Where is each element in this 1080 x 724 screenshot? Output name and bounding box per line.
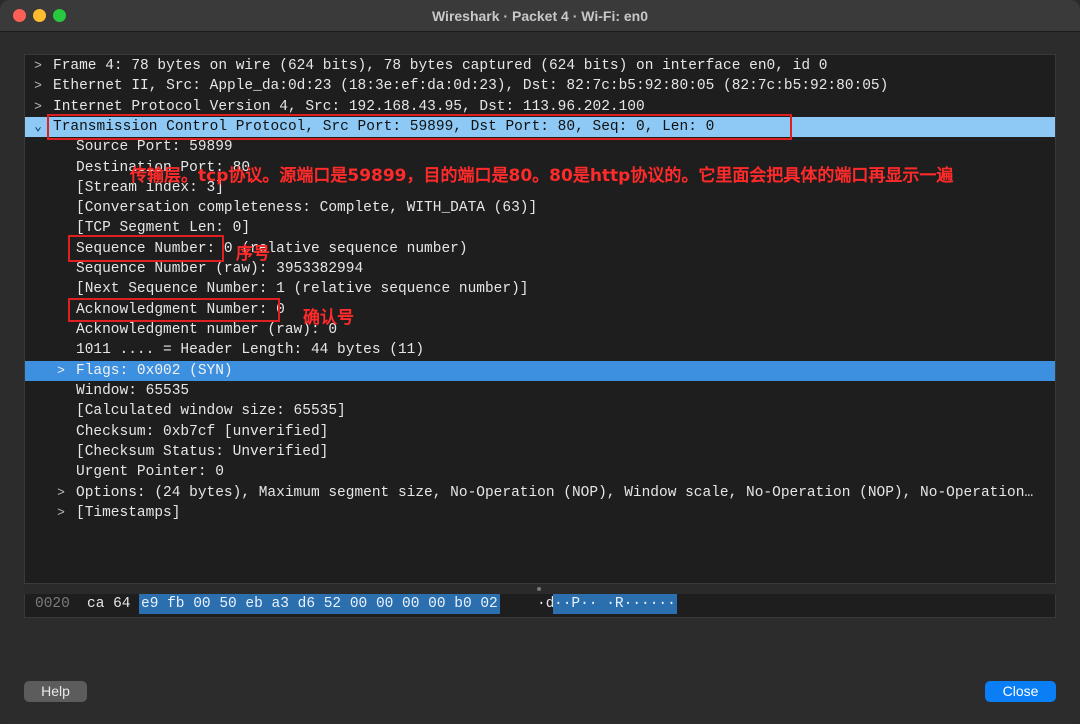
- window-title: Wireshark · Packet 4 · Wi-Fi: en0: [431, 8, 649, 24]
- splitter-handle-icon[interactable]: [537, 587, 541, 591]
- expand-arrow-icon[interactable]: >: [31, 56, 45, 76]
- tree-row-calc-window[interactable]: [Calculated window size: 65535]: [25, 401, 1055, 421]
- tree-row-window[interactable]: Window: 65535: [25, 381, 1055, 401]
- tree-row-urgent-pointer[interactable]: Urgent Pointer: 0: [25, 462, 1055, 482]
- tree-row-ack-raw[interactable]: Acknowledgment number (raw): 0: [25, 320, 1055, 340]
- ack-annotation: 确认号: [303, 308, 354, 328]
- close-button[interactable]: Close: [985, 681, 1056, 702]
- tree-row-label: Checksum: 0xb7cf [unverified]: [76, 424, 329, 440]
- expand-arrow-icon[interactable]: >: [54, 361, 68, 381]
- tree-row-ipv4[interactable]: > Internet Protocol Version 4, Src: 192.…: [25, 97, 1055, 117]
- tree-row-label: [Timestamps]: [76, 505, 181, 521]
- tree-row-label: [Next Sequence Number: 1 (relative seque…: [76, 281, 529, 297]
- tree-row-options[interactable]: > Options: (24 bytes), Maximum segment s…: [25, 483, 1055, 503]
- wireshark-window: Wireshark · Packet 4 · Wi-Fi: en0 > Fram…: [0, 0, 1080, 724]
- ascii-bytes-selected[interactable]: ··P·· ·R······: [553, 594, 677, 614]
- tree-row-sequence-raw[interactable]: Sequence Number (raw): 3953382994: [25, 259, 1055, 279]
- tree-row-label: Sequence Number: 0 (relative sequence nu…: [76, 241, 468, 257]
- expand-arrow-icon[interactable]: >: [31, 76, 45, 96]
- tree-row-timestamps[interactable]: > [Timestamps]: [25, 503, 1055, 523]
- tree-row-label: Acknowledgment Number: 0: [76, 302, 285, 318]
- tree-row-segment-len[interactable]: [TCP Segment Len: 0]: [25, 218, 1055, 238]
- tcp-annotation: 传输层。tcp协议。源端口是59899，目的端口是80。80是http协议的。它…: [130, 166, 954, 186]
- tree-row-checksum-status[interactable]: [Checksum Status: Unverified]: [25, 442, 1055, 462]
- tree-row-label: Sequence Number (raw): 3953382994: [76, 261, 364, 277]
- ascii-bytes[interactable]: ·d: [537, 594, 554, 614]
- tree-row-frame[interactable]: > Frame 4: 78 bytes on wire (624 bits), …: [25, 56, 1055, 76]
- tree-row-conversation[interactable]: [Conversation completeness: Complete, WI…: [25, 198, 1055, 218]
- tree-row-sequence-number[interactable]: Sequence Number: 0 (relative sequence nu…: [25, 239, 1055, 259]
- tree-row-label: [TCP Segment Len: 0]: [76, 220, 251, 236]
- tree-row-label: Frame 4: 78 bytes on wire (624 bits), 78…: [53, 58, 828, 74]
- tree-row-label: Internet Protocol Version 4, Src: 192.16…: [53, 99, 645, 115]
- tree-row-label: Acknowledgment number (raw): 0: [76, 322, 338, 338]
- tree-row-label: Flags: 0x002 (SYN): [76, 363, 233, 379]
- tree-row-next-sequence[interactable]: [Next Sequence Number: 1 (relative seque…: [25, 279, 1055, 299]
- packet-details-tree[interactable]: > Frame 4: 78 bytes on wire (624 bits), …: [24, 54, 1056, 584]
- tree-row-label: 1011 .... = Header Length: 44 bytes (11): [76, 342, 425, 358]
- tree-row-label: Source Port: 59899: [76, 139, 233, 155]
- tree-row-label: Transmission Control Protocol, Src Port:…: [53, 119, 715, 135]
- tree-row-label: [Checksum Status: Unverified]: [76, 444, 329, 460]
- expand-arrow-icon[interactable]: >: [31, 97, 45, 117]
- sequence-annotation: 序号: [236, 244, 270, 264]
- tree-row-label: [Calculated window size: 65535]: [76, 403, 346, 419]
- tree-row-label: [Conversation completeness: Complete, WI…: [76, 200, 538, 216]
- title-bar: Wireshark · Packet 4 · Wi-Fi: en0: [0, 0, 1080, 32]
- tree-row-label: Window: 65535: [76, 383, 190, 399]
- hex-offset: 0020: [35, 596, 70, 612]
- expand-arrow-icon[interactable]: >: [54, 503, 68, 523]
- tree-row-checksum[interactable]: Checksum: 0xb7cf [unverified]: [25, 422, 1055, 442]
- tree-row-label: Options: (24 bytes), Maximum segment siz…: [76, 485, 1034, 501]
- tree-row-ethernet[interactable]: > Ethernet II, Src: Apple_da:0d:23 (18:3…: [25, 76, 1055, 96]
- tree-row-source-port[interactable]: Source Port: 59899: [25, 137, 1055, 157]
- tree-row-label: Urgent Pointer: 0: [76, 464, 224, 480]
- tree-row-flags[interactable]: > Flags: 0x002 (SYN): [25, 361, 1055, 381]
- tree-row-label: Ethernet II, Src: Apple_da:0d:23 (18:3e:…: [53, 78, 889, 94]
- packet-bytes-pane[interactable]: 0020 ca 64 e9 fb 00 50 eb a3 d6 52 00 00…: [24, 594, 1056, 618]
- help-button[interactable]: Help: [24, 681, 87, 702]
- collapse-arrow-icon[interactable]: ⌄: [31, 117, 45, 137]
- tree-row-header-length[interactable]: 1011 .... = Header Length: 44 bytes (11): [25, 340, 1055, 360]
- hex-bytes-selected[interactable]: e9 fb 00 50 eb a3 d6 52 00 00 00 00 b0 0…: [139, 594, 500, 614]
- tree-row-ack-number[interactable]: Acknowledgment Number: 0: [25, 300, 1055, 320]
- expand-arrow-icon[interactable]: >: [54, 483, 68, 503]
- tree-row-tcp[interactable]: ⌄ Transmission Control Protocol, Src Por…: [25, 117, 1055, 137]
- hex-bytes[interactable]: ca 64: [87, 594, 131, 614]
